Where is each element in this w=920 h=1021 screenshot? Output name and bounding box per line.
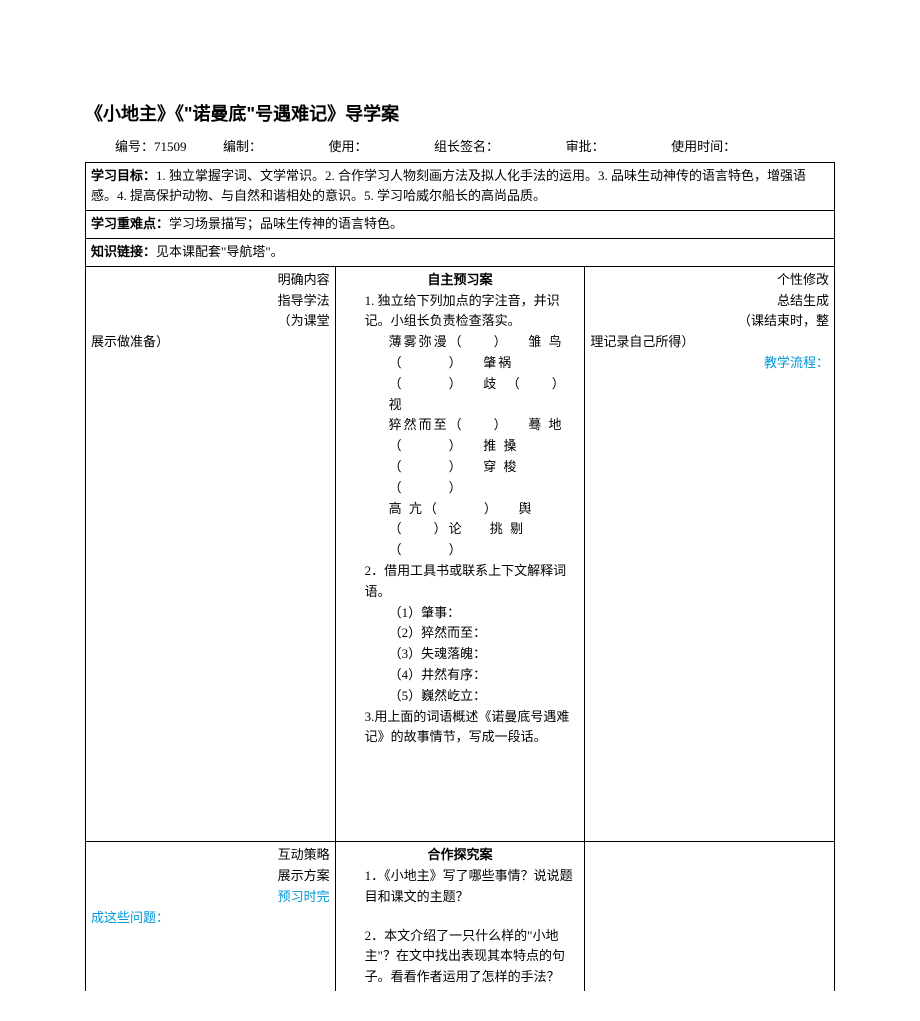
preview-line1: 1. 独立给下列加点的字注音，并识记。小组长负责检查落实。 <box>341 291 580 333</box>
preview-line2: 薄雾弥漫（ ） 雏 鸟（ ） 肇祸（ ） 歧 （ ）视 <box>341 332 580 415</box>
left2-line4: 成这些问题： <box>91 908 330 929</box>
right-line1: 个性修改 <box>590 270 829 291</box>
section1-right: 个性修改 总结生成 （课结束时，整 理记录自己所得） 教学流程： <box>585 266 835 841</box>
focus-label: 学习重难点： <box>91 216 169 231</box>
knowledge-text: 见本课配套"导航塔"。 <box>156 244 284 259</box>
knowledge-label: 知识链接： <box>91 244 156 259</box>
right-line4: 理记录自己所得） <box>590 332 829 353</box>
document-title: 《小地主》《"诺曼底"号遇难记》导学案 <box>85 100 835 129</box>
author-label: 编制： <box>223 139 262 154</box>
left-line4: 展示做准备） <box>91 332 330 353</box>
preview-line6: （1）肇事： <box>341 603 580 624</box>
goals-row: 学习目标：1. 独立掌握字词、文学常识。2. 合作学习人物刻画方法及拟人化手法的… <box>86 162 835 211</box>
preview-line8: （3）失魂落魄： <box>341 644 580 665</box>
preview-line9: （4）井然有序： <box>341 665 580 686</box>
goals-text: 1. 独立掌握字词、文学常识。2. 合作学习人物刻画方法及拟人化手法的运用。3.… <box>91 168 806 204</box>
left2-line3: 预习时完 <box>91 887 330 908</box>
goals-label: 学习目标： <box>91 168 156 183</box>
section1-left: 明确内容 指导学法 （为课堂 展示做准备） <box>86 266 336 841</box>
section2-center: 合作探究案 1．《小地主》写了哪些事情？说说题目和课文的主题？ 2．本文介绍了一… <box>335 842 585 991</box>
left2-line1: 互动策略 <box>91 845 330 866</box>
time-label: 使用时间： <box>671 139 736 154</box>
preview-title: 自主预习案 <box>341 270 580 291</box>
focus-text: 学习场景描写；品味生传神的语言特色。 <box>169 216 403 231</box>
explore-title: 合作探究案 <box>341 845 580 866</box>
preview-line7: （2）猝然而至： <box>341 623 580 644</box>
section2-right <box>585 842 835 991</box>
right-line2: 总结生成 <box>590 291 829 312</box>
left-line1: 明确内容 <box>91 270 330 291</box>
preview-line11: 3.用上面的词语概述《诺曼底号遇难记》的故事情节，写成一段话。 <box>341 707 580 749</box>
left-line3: （为课堂 <box>91 311 330 332</box>
preview-line5: 2．借用工具书或联系上下文解释词语。 <box>341 561 580 603</box>
focus-row: 学习重难点：学习场景描写；品味生传神的语言特色。 <box>86 211 835 239</box>
use-label: 使用： <box>329 139 368 154</box>
section2-left: 互动策略 展示方案 预习时完 成这些问题： <box>86 842 336 991</box>
section1-center: 自主预习案 1. 独立给下列加点的字注音，并识记。小组长负责检查落实。 薄雾弥漫… <box>335 266 585 841</box>
right-line3: （课结束时，整 <box>590 311 829 332</box>
explore-q2: 2．本文介绍了一只什么样的"小地主"？在文中找出表现其本特点的句子。看看作者运用… <box>341 926 580 988</box>
left2-line2: 展示方案 <box>91 866 330 887</box>
explore-q1: 1．《小地主》写了哪些事情？说说题目和课文的主题？ <box>341 866 580 908</box>
preview-line10: （5）巍然屹立： <box>341 686 580 707</box>
number-label: 编号： <box>115 139 154 154</box>
left-line2: 指导学法 <box>91 291 330 312</box>
preview-line4: 高 亢（ ） 舆 （ ）论 挑 剔（ ） <box>341 499 580 561</box>
approve-label: 审批： <box>566 139 605 154</box>
preview-line3: 猝然而至（ ） 蓦 地（ ） 推 搡（ ） 穿 梭（ ） <box>341 415 580 498</box>
leader-label: 组长签名： <box>434 139 499 154</box>
right-line5: 教学流程： <box>590 353 829 374</box>
main-table: 学习目标：1. 独立掌握字词、文学常识。2. 合作学习人物刻画方法及拟人化手法的… <box>85 162 835 991</box>
knowledge-row: 知识链接：见本课配套"导航塔"。 <box>86 238 835 266</box>
header-line: 编号：71509 编制： 使用： 组长签名： 审批： 使用时间： <box>85 137 835 158</box>
number-value: 71509 <box>154 139 187 154</box>
